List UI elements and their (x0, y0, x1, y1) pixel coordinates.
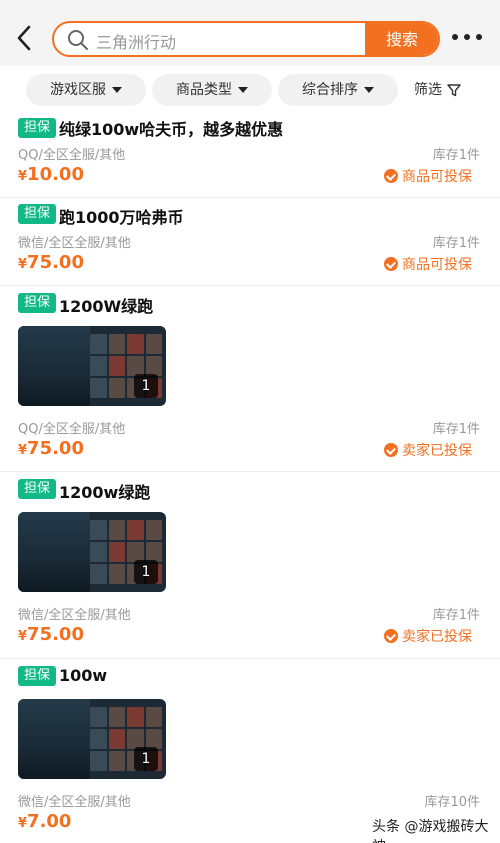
search-input[interactable]: 三角洲行动 (96, 29, 176, 53)
item-meta: QQ/全区全服/其他 (18, 148, 126, 163)
filter-product-type[interactable]: 商品类型 (152, 74, 272, 106)
watermark-text: 头条 @游戏搬砖大神 (372, 819, 489, 843)
item-title: 1200w绿跑 (59, 483, 151, 502)
item-price: ¥75.00 (18, 252, 84, 273)
price-value: 10.00 (27, 164, 84, 185)
more-dot-icon (464, 34, 470, 40)
back-button[interactable] (12, 22, 38, 54)
price-currency: ¥ (18, 443, 28, 458)
search-button[interactable]: 搜索 (365, 23, 438, 55)
price-currency: ¥ (18, 816, 28, 831)
more-dot-icon (476, 34, 482, 40)
item-stock: 库存1件 (432, 422, 480, 437)
filter-sort-label: 综合排序 (302, 82, 358, 98)
search-icon (68, 30, 88, 50)
check-circle-icon (384, 629, 398, 643)
insurance-status: 商品可投保 (384, 166, 472, 186)
check-circle-icon (384, 257, 398, 271)
filter-region-label: 游戏区服 (50, 82, 106, 98)
screenshot-panel (18, 512, 90, 592)
item-thumbnail[interactable]: 1 (18, 699, 166, 779)
item-price: ¥10.00 (18, 164, 84, 185)
price-value: 75.00 (27, 624, 84, 645)
item-meta: 微信/全区全服/其他 (18, 236, 131, 251)
caret-down-icon (112, 87, 122, 93)
item-title: 100w (59, 666, 108, 685)
price-value: 75.00 (27, 438, 84, 459)
guarantee-badge: 担保 (18, 479, 56, 499)
image-count: 1 (134, 560, 158, 584)
list-item[interactable]: 担保 1200W绿跑 1 QQ/全区全服/其他 库存1件 ¥75.00 卖家已投… (0, 286, 500, 472)
insurance-label: 卖家已投保 (402, 443, 472, 459)
image-count: 1 (134, 374, 158, 398)
filter-bar: 游戏区服 商品类型 综合排序 筛选 (0, 74, 500, 108)
item-title: 跑1000万哈弗币 (59, 208, 184, 227)
guarantee-badge: 担保 (18, 204, 56, 224)
more-dot-icon (452, 34, 458, 40)
item-thumbnail[interactable]: 1 (18, 326, 166, 406)
item-price: ¥75.00 (18, 438, 84, 459)
item-meta: 微信/全区全服/其他 (18, 795, 131, 810)
screenshot-panel (18, 326, 90, 406)
insurance-status: 卖家已投保 (384, 626, 472, 646)
filter-region[interactable]: 游戏区服 (26, 74, 146, 106)
insurance-label: 卖家已投保 (402, 629, 472, 645)
filter-product-type-label: 商品类型 (176, 82, 232, 98)
item-stock: 库存1件 (432, 148, 480, 163)
item-stock: 库存1件 (432, 236, 480, 251)
item-price: ¥75.00 (18, 624, 84, 645)
chevron-left-icon (17, 25, 31, 51)
price-value: 7.00 (27, 811, 72, 832)
filter-sort[interactable]: 综合排序 (278, 74, 398, 106)
list-item[interactable]: 担保 跑1000万哈弗币 微信/全区全服/其他 库存1件 ¥75.00 商品可投… (0, 198, 500, 286)
guarantee-badge: 担保 (18, 666, 56, 686)
item-price: ¥7.00 (18, 811, 71, 832)
item-meta: QQ/全区全服/其他 (18, 422, 126, 437)
screenshot-panel (18, 699, 90, 779)
price-value: 75.00 (27, 252, 84, 273)
insurance-status: 卖家已投保 (384, 440, 472, 460)
item-title: 1200W绿跑 (59, 297, 154, 316)
top-bar: 三角洲行动 搜索 (0, 0, 500, 66)
guarantee-badge: 担保 (18, 118, 56, 138)
insurance-status: 商品可投保 (384, 254, 472, 274)
check-circle-icon (384, 443, 398, 457)
funnel-icon (447, 84, 461, 97)
image-count: 1 (134, 747, 158, 771)
item-meta: 微信/全区全服/其他 (18, 608, 131, 623)
filter-screen-button[interactable]: 筛选 (414, 74, 462, 106)
price-currency: ¥ (18, 629, 28, 644)
more-button[interactable] (452, 30, 484, 44)
caret-down-icon (364, 87, 374, 93)
list-item[interactable]: 担保 纯绿100w哈夫币，越多越优惠 QQ/全区全服/其他 库存1件 ¥10.0… (0, 112, 500, 198)
price-currency: ¥ (18, 257, 28, 272)
caret-down-icon (238, 87, 248, 93)
insurance-label: 商品可投保 (402, 257, 472, 273)
guarantee-badge: 担保 (18, 293, 56, 313)
item-title: 纯绿100w哈夫币，越多越优惠 (59, 120, 284, 139)
insurance-label: 商品可投保 (402, 169, 472, 185)
search-bar[interactable]: 三角洲行动 搜索 (52, 21, 440, 57)
item-thumbnail[interactable]: 1 (18, 512, 166, 592)
price-currency: ¥ (18, 169, 28, 184)
check-circle-icon (384, 169, 398, 183)
item-stock: 库存10件 (424, 795, 480, 810)
filter-screen-label: 筛选 (414, 82, 442, 98)
item-stock: 库存1件 (432, 608, 480, 623)
list-item[interactable]: 担保 1200w绿跑 1 微信/全区全服/其他 库存1件 ¥75.00 卖家已投… (0, 472, 500, 659)
